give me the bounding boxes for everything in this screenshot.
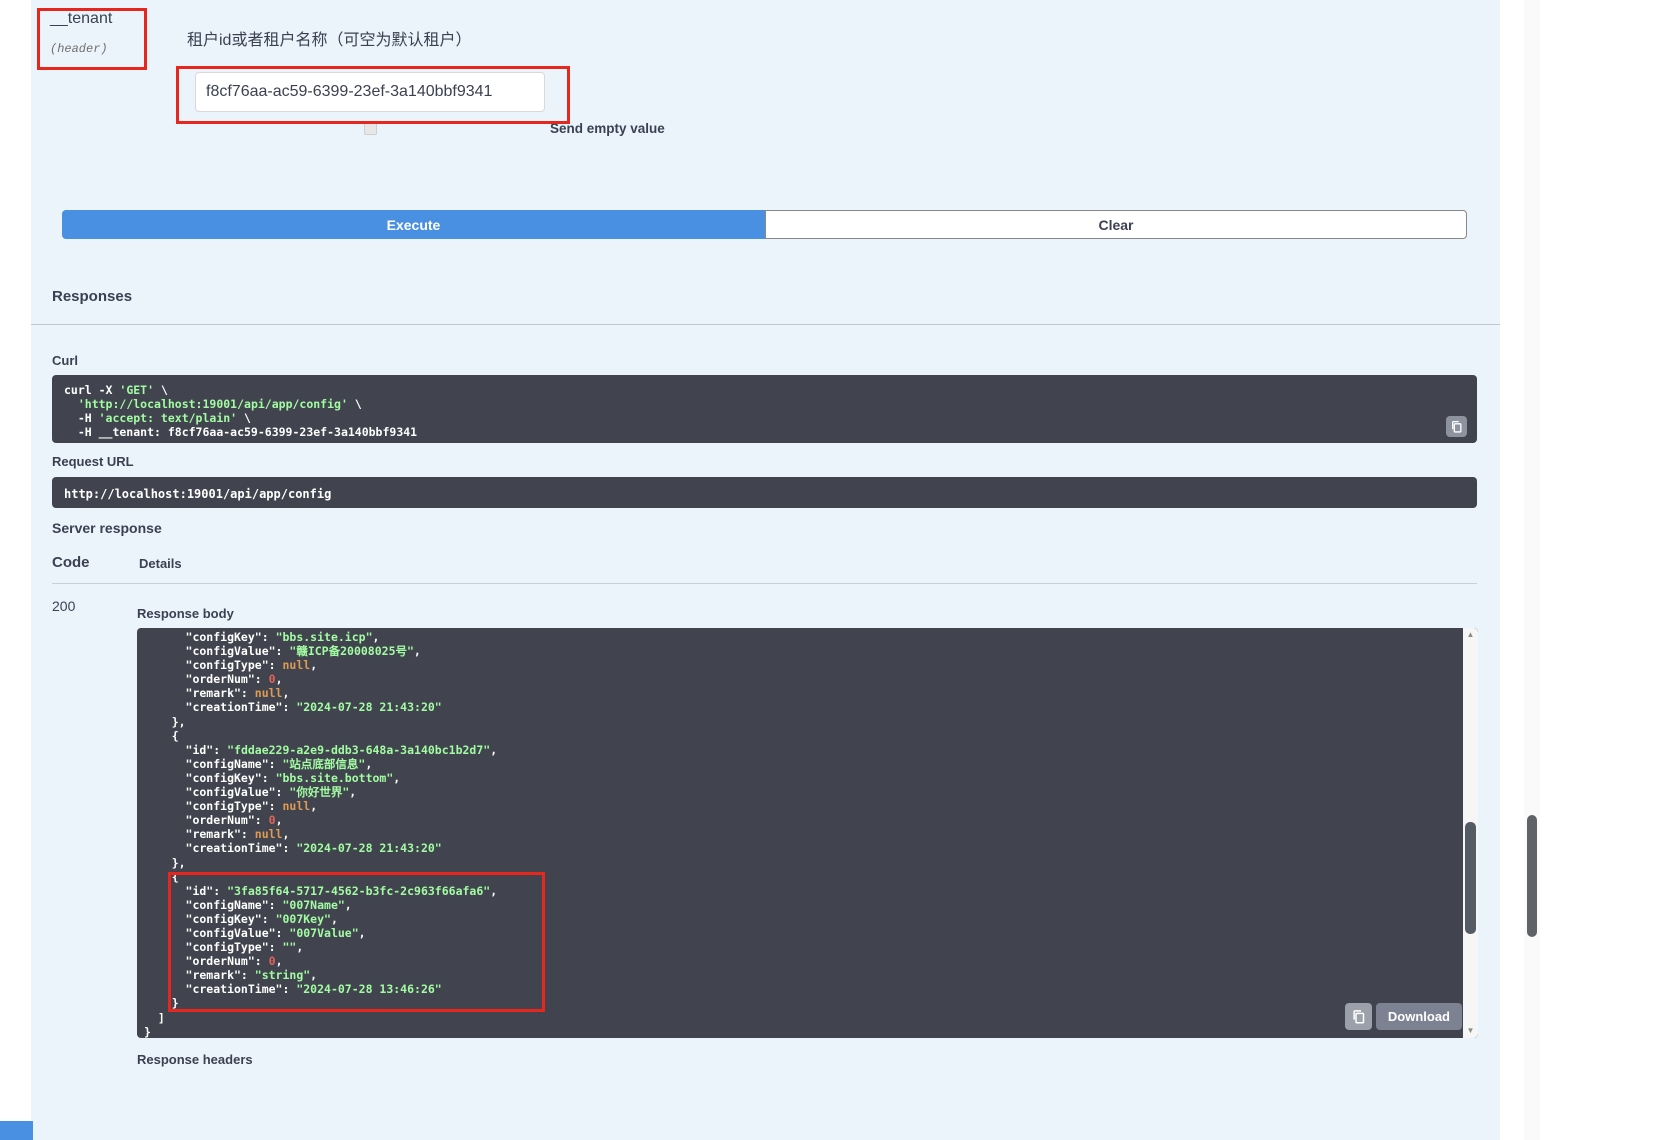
clipboard-icon [1351, 1009, 1366, 1024]
clipboard-icon [1450, 420, 1463, 433]
request-url-block: http://localhost:19001/api/app/config [52, 477, 1477, 508]
copy-response-button[interactable] [1345, 1003, 1372, 1030]
page-scrollbar[interactable] [1524, 0, 1540, 1140]
tenant-input[interactable] [195, 72, 545, 112]
download-button[interactable]: Download [1376, 1003, 1462, 1030]
responses-section-title: Responses [52, 288, 132, 305]
execute-button[interactable]: Execute [62, 210, 765, 239]
parameter-location: (header) [50, 42, 108, 56]
response-body-text: "configKey": "bbs.site.icp", "configValu… [144, 630, 1454, 1038]
response-scrollbar-thumb[interactable] [1465, 822, 1476, 934]
status-code: 200 [52, 598, 75, 614]
send-empty-label: Send empty value [550, 121, 665, 136]
next-opblock-edge [0, 1121, 33, 1140]
parameter-name: __tenant [50, 10, 112, 28]
table-header-divider [52, 583, 1477, 584]
scroll-down-arrow-icon[interactable]: ▼ [1463, 1024, 1478, 1038]
request-url-text: http://localhost:19001/api/app/config [64, 487, 331, 501]
send-empty-checkbox[interactable] [364, 122, 377, 135]
copy-curl-button[interactable] [1446, 416, 1467, 437]
response-body-block: "configKey": "bbs.site.icp", "configValu… [137, 628, 1478, 1038]
curl-command-block: curl -X 'GET' \ 'http://localhost:19001/… [52, 375, 1477, 443]
parameter-description: 租户id或者租户名称（可空为默认租户） [187, 26, 471, 50]
table-details-header: Details [139, 556, 182, 571]
curl-label: Curl [52, 353, 78, 368]
table-code-header: Code [52, 554, 90, 571]
request-url-label: Request URL [52, 454, 134, 469]
response-body-label: Response body [137, 606, 234, 621]
scroll-up-arrow-icon[interactable]: ▲ [1463, 628, 1478, 642]
page-scrollbar-thumb[interactable] [1527, 815, 1537, 937]
responses-divider [31, 324, 1500, 325]
operation-panel: __tenant (header) 租户id或者租户名称（可空为默认租户） Se… [31, 0, 1500, 1140]
response-headers-label: Response headers [137, 1052, 253, 1067]
server-response-label: Server response [52, 520, 162, 536]
curl-command-text: curl -X 'GET' \ 'http://localhost:19001/… [64, 383, 1465, 439]
response-body-scrollbar[interactable]: ▲ ▼ [1463, 628, 1478, 1038]
page-root: __tenant (header) 租户id或者租户名称（可空为默认租户） Se… [0, 0, 1667, 1140]
clear-button[interactable]: Clear [765, 210, 1467, 239]
